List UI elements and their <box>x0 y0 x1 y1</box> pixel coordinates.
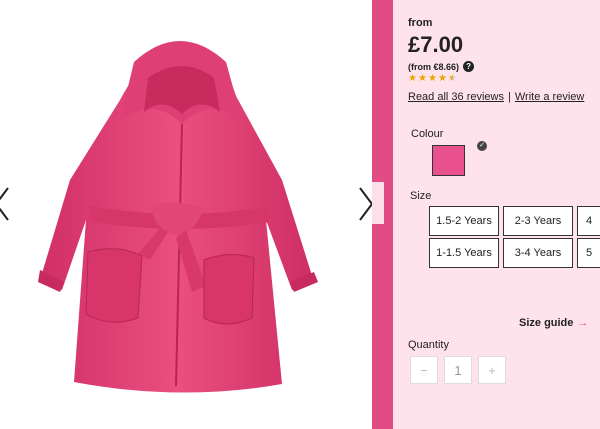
size-option[interactable]: 1.5-2 Years <box>429 206 499 236</box>
star-icon: ★ <box>428 73 437 84</box>
quantity-increase-button[interactable]: + <box>478 356 506 384</box>
size-guide-label: Size guide <box>519 317 574 329</box>
product-image-gallery <box>0 0 374 429</box>
star-icon: ★ <box>438 73 447 84</box>
previous-image-button[interactable] <box>0 184 14 224</box>
price-eur: (from €8.66) ? <box>408 61 475 72</box>
reviews-links: Read all 36 reviews | Write a review <box>408 91 584 103</box>
size-option[interactable]: 5 <box>577 238 600 268</box>
product-price: £7.00 <box>408 32 464 57</box>
product-image <box>38 41 318 393</box>
quantity-decrease-button[interactable]: − <box>410 356 438 384</box>
size-option[interactable]: 3-4 Years <box>503 238 573 268</box>
star-icon: ★ <box>448 73 457 84</box>
reviews-separator: | <box>508 91 511 103</box>
price-from-label: from <box>408 17 433 29</box>
chevron-left-icon <box>0 187 9 221</box>
star-icon: ★ <box>418 73 427 84</box>
size-option[interactable]: 4 <box>577 206 600 236</box>
quantity-input[interactable]: 1 <box>444 356 472 384</box>
arrow-right-icon: → <box>577 317 589 329</box>
question-icon[interactable]: ? <box>463 61 475 72</box>
panel-edge-notch <box>372 182 384 224</box>
size-option[interactable]: 1-1.5 Years <box>429 238 499 268</box>
colour-label: Colour <box>411 128 444 140</box>
product-details-panel: from £7.00 (from €8.66) ? ★ ★ ★ ★ ★ Read all… <box>372 0 600 429</box>
price-eur-text: (from €8.66) <box>408 61 460 72</box>
size-option[interactable]: 2-3 Years <box>503 206 573 236</box>
size-label: Size <box>410 190 432 202</box>
write-review-link[interactable]: Write a review <box>515 91 584 103</box>
read-reviews-link[interactable]: Read all 36 reviews <box>408 91 504 103</box>
details-pane: from £7.00 (from €8.66) ? ★ ★ ★ ★ ★ Read all… <box>393 0 600 429</box>
star-icon: ★ <box>408 73 417 84</box>
size-guide-link[interactable]: Size guide → <box>519 317 588 329</box>
colour-swatch-pink[interactable] <box>432 145 465 176</box>
rating-stars: ★ ★ ★ ★ ★ <box>408 73 457 84</box>
check-icon: ✓ <box>477 141 487 151</box>
quantity-label: Quantity <box>408 339 449 351</box>
